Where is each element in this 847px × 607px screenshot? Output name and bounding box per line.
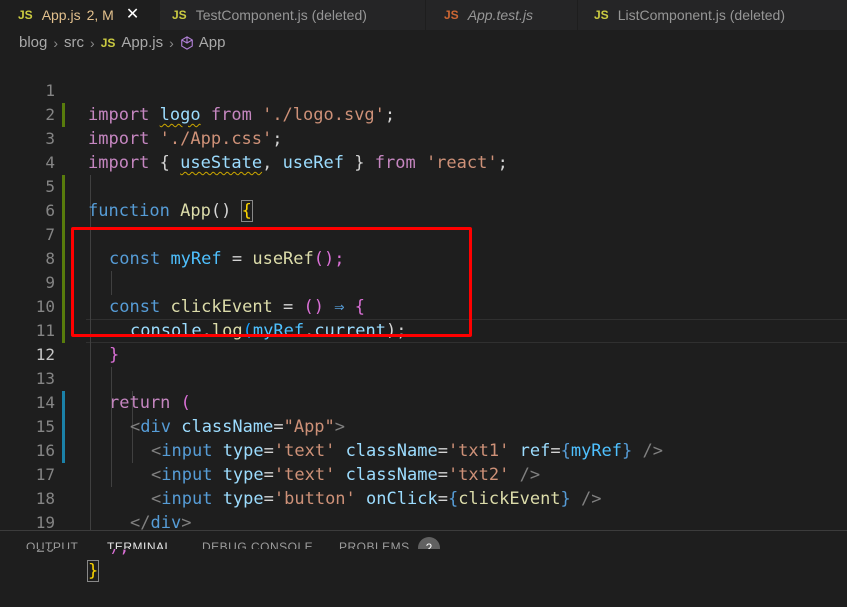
code-line: 18 </div> (0, 463, 847, 533)
js-file-icon: JS (18, 8, 33, 22)
chevron-right-icon: › (169, 34, 174, 51)
breadcrumb-item-blog[interactable]: blog (19, 34, 47, 51)
code-line: 7 const myRef = useRef(); (0, 199, 847, 269)
tab-test-component[interactable]: JS TestComponent.js (deleted) (160, 0, 426, 30)
code-line: 4 (0, 127, 847, 172)
code-line: 15 <input type='text' className='txt1' r… (0, 391, 847, 461)
tab-label: ListComponent.js (deleted) (617, 7, 785, 23)
chevron-right-icon: › (53, 34, 59, 51)
tab-app-js[interactable]: JS App.js 2, M ✕ (0, 0, 160, 30)
code-line: 16 <input type='text' className='txt2' /… (0, 415, 847, 485)
tab-label: App.test.js (467, 7, 534, 23)
code-line: 5 function App() { (0, 151, 847, 222)
breadcrumb: blog › src › JS App.js › App (0, 30, 847, 55)
close-icon[interactable]: ✕ (126, 7, 139, 23)
editor-tab-bar: JS App.js 2, M ✕ JS TestComponent.js (de… (0, 0, 847, 30)
red-highlight-box (71, 227, 472, 337)
code-line: 3 import { useState, useRef } from 'reac… (0, 103, 847, 173)
js-file-icon: JS (594, 8, 609, 22)
bottom-panel: OUTPUT TERMINAL DEBUG CONSOLE PROBLEMS 2 (0, 530, 847, 549)
code-line: 1 import logo from './logo.svg'; (0, 55, 847, 125)
code-line: 14 <div className="App"> (0, 367, 847, 437)
code-line: 13 return ( (0, 343, 847, 413)
tab-status: 2, M (86, 7, 114, 23)
code-line: 19 ); (0, 487, 847, 557)
tab-list-component[interactable]: JS ListComponent.js (deleted) (578, 0, 847, 30)
breadcrumb-item-file[interactable]: App.js (121, 34, 163, 51)
code-line: 6 (0, 175, 847, 220)
tab-label: TestComponent.js (deleted) (195, 7, 367, 23)
code-editor[interactable]: 1 import logo from './logo.svg'; 2 impor… (0, 55, 847, 582)
tab-app-test[interactable]: JS App.test.js (426, 0, 578, 30)
symbol-method-icon (180, 35, 193, 50)
code-line: 2 import './App.css'; (0, 79, 847, 149)
tab-label: App.js (41, 7, 81, 23)
js-file-icon: JS (100, 35, 116, 50)
js-file-icon: JS (444, 8, 459, 22)
js-file-icon: JS (172, 8, 187, 22)
problems-count-badge: 2 (418, 537, 440, 549)
code-line: 17 <input type='button' onClick={clickEv… (0, 439, 847, 509)
chevron-right-icon: › (90, 34, 95, 51)
breadcrumb-item-symbol[interactable]: App (199, 34, 226, 51)
breadcrumb-item-src[interactable]: src (64, 34, 84, 51)
